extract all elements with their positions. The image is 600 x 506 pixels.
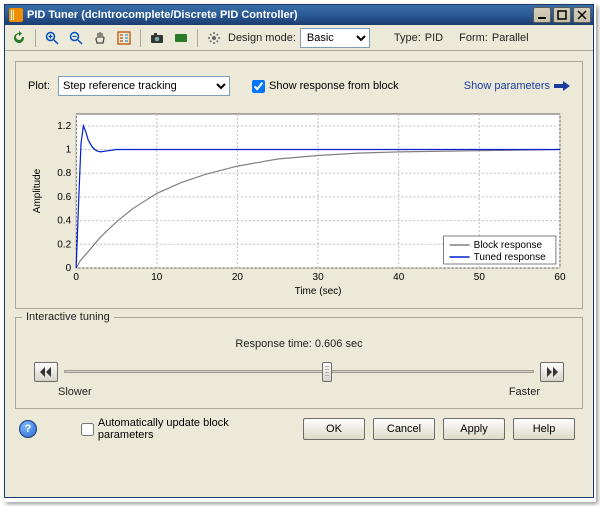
response-chart: 0 10 20 30 40 50 60 0 0.2 0.4 0.6 0.8 1 1.2 Time (sec)… bbox=[28, 108, 570, 298]
response-time-label: Response time: 0.606 sec bbox=[28, 338, 570, 350]
auto-update-checkbox[interactable] bbox=[81, 423, 94, 436]
type-value: PID bbox=[425, 32, 443, 44]
svg-text:Block response: Block response bbox=[474, 240, 543, 251]
zoom-out-icon[interactable] bbox=[66, 28, 86, 48]
apply-button[interactable]: Apply bbox=[443, 418, 505, 440]
svg-text:Amplitude: Amplitude bbox=[32, 168, 43, 213]
svg-text:Time (sec): Time (sec) bbox=[295, 286, 342, 297]
design-mode-select[interactable]: Basic bbox=[300, 28, 370, 48]
response-slider-thumb[interactable] bbox=[322, 362, 332, 382]
show-parameters-link[interactable]: Show parameters bbox=[464, 80, 570, 92]
svg-text:40: 40 bbox=[393, 272, 405, 283]
svg-text:1: 1 bbox=[66, 145, 72, 156]
pid-tuner-window: PID Tuner (dcIntrocomplete/Discrete PID … bbox=[4, 4, 594, 498]
refresh-icon[interactable] bbox=[9, 28, 29, 48]
design-mode-label: Design mode: bbox=[228, 32, 296, 44]
form-value: Parallel bbox=[492, 32, 529, 44]
zoom-in-icon[interactable] bbox=[42, 28, 62, 48]
show-block-label: Show response from block bbox=[269, 80, 399, 92]
toolbar: Design mode: Basic Type: PID Form: Paral… bbox=[5, 25, 593, 51]
show-block-checkbox[interactable] bbox=[252, 80, 265, 93]
response-slider-track[interactable] bbox=[64, 370, 534, 373]
auto-update-label: Automatically update block parameters bbox=[98, 417, 287, 441]
svg-text:0.4: 0.4 bbox=[57, 216, 71, 227]
show-block-checkbox-wrap[interactable]: Show response from block bbox=[252, 80, 399, 93]
print-icon[interactable] bbox=[171, 28, 191, 48]
faster-label: Faster bbox=[509, 386, 540, 398]
svg-text:0.2: 0.2 bbox=[57, 239, 71, 250]
svg-text:1.2: 1.2 bbox=[57, 121, 71, 132]
minimize-button[interactable] bbox=[533, 7, 551, 23]
interactive-tuning-legend: Interactive tuning bbox=[22, 311, 114, 323]
svg-text:10: 10 bbox=[151, 272, 163, 283]
svg-text:0: 0 bbox=[73, 272, 79, 283]
svg-text:30: 30 bbox=[312, 272, 324, 283]
slower-label: Slower bbox=[58, 386, 92, 398]
help-button[interactable]: Help bbox=[513, 418, 575, 440]
ok-button[interactable]: OK bbox=[303, 418, 365, 440]
svg-text:20: 20 bbox=[232, 272, 244, 283]
svg-text:50: 50 bbox=[474, 272, 486, 283]
gear-icon[interactable] bbox=[204, 28, 224, 48]
svg-text:0: 0 bbox=[66, 263, 72, 274]
svg-text:Tuned response: Tuned response bbox=[474, 252, 546, 263]
plot-label: Plot: bbox=[28, 80, 50, 92]
faster-step-button[interactable] bbox=[540, 362, 564, 382]
camera-icon[interactable] bbox=[147, 28, 167, 48]
svg-text:60: 60 bbox=[554, 272, 566, 283]
footer-row: ? Automatically update block parameters … bbox=[15, 417, 583, 441]
auto-update-checkbox-wrap[interactable]: Automatically update block parameters bbox=[81, 417, 287, 441]
slower-step-button[interactable] bbox=[34, 362, 58, 382]
plot-panel: Plot: Step reference tracking Show respo… bbox=[15, 61, 583, 309]
close-button[interactable] bbox=[573, 7, 591, 23]
plot-type-select[interactable]: Step reference tracking bbox=[58, 76, 230, 96]
help-icon[interactable]: ? bbox=[19, 420, 37, 438]
svg-text:0.6: 0.6 bbox=[57, 192, 71, 203]
cancel-button[interactable]: Cancel bbox=[373, 418, 435, 440]
svg-text:0.8: 0.8 bbox=[57, 168, 71, 179]
interactive-tuning-group: Interactive tuning Response time: 0.606 … bbox=[15, 317, 583, 409]
type-label: Type: bbox=[394, 32, 421, 44]
titlebar: PID Tuner (dcIntrocomplete/Discrete PID … bbox=[5, 5, 593, 25]
app-icon bbox=[9, 8, 23, 22]
pan-icon[interactable] bbox=[90, 28, 110, 48]
window-title: PID Tuner (dcIntrocomplete/Discrete PID … bbox=[27, 9, 533, 21]
arrow-right-icon bbox=[554, 80, 570, 92]
form-label: Form: bbox=[459, 32, 488, 44]
maximize-button[interactable] bbox=[553, 7, 571, 23]
legend-icon[interactable] bbox=[114, 28, 134, 48]
